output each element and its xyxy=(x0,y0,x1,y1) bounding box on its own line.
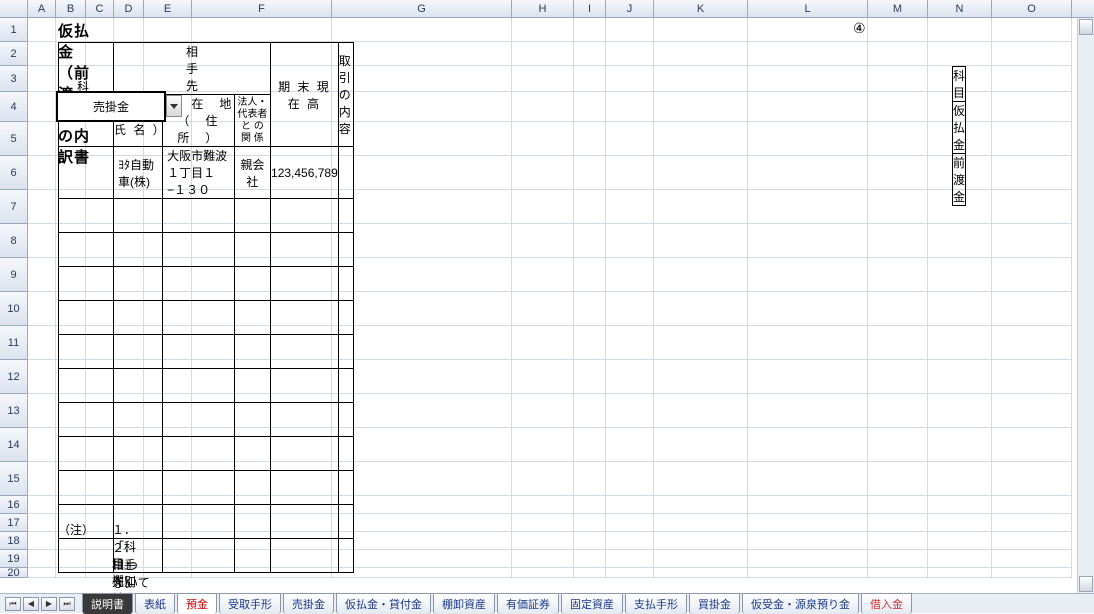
row-9[interactable]: 9 xyxy=(0,258,28,292)
col-N[interactable]: N xyxy=(928,0,992,17)
table-row[interactable] xyxy=(59,335,354,369)
row-6[interactable]: 6 xyxy=(0,156,28,190)
col-M[interactable]: M xyxy=(868,0,928,17)
th-aite: 相 手 先 xyxy=(114,43,271,95)
row-7[interactable]: 7 xyxy=(0,190,28,224)
col-B[interactable]: B xyxy=(56,0,86,17)
cell-addr[interactable]: 大阪市難波１丁目１−１３０ xyxy=(163,147,235,199)
tab-nav-next[interactable]: ▶ xyxy=(41,597,57,611)
row-20[interactable]: 20 xyxy=(0,568,28,578)
row-2[interactable]: 2 xyxy=(0,42,28,66)
col-L[interactable]: L xyxy=(748,0,868,17)
row-13[interactable]: 13 xyxy=(0,394,28,428)
row-16[interactable]: 16 xyxy=(0,496,28,514)
cell-name[interactable]: ﾖﾀ自動車(株) xyxy=(114,147,163,199)
row-14[interactable]: 14 xyxy=(0,428,28,462)
col-F[interactable]: F xyxy=(192,0,332,17)
row-11[interactable]: 11 xyxy=(0,326,28,360)
table-row[interactable] xyxy=(59,199,354,233)
cell-desc[interactable] xyxy=(338,147,353,199)
tab-urikake[interactable]: 売掛金 xyxy=(283,593,334,614)
table-row[interactable] xyxy=(59,267,354,301)
tab-kaikake[interactable]: 買掛金 xyxy=(689,593,740,614)
note-label: （注） xyxy=(58,522,94,539)
column-headers[interactable]: A B C D E F G H I J K L M N O xyxy=(0,0,1094,18)
col-G[interactable]: G xyxy=(332,0,512,17)
table-row[interactable]: ﾖﾀ自動車(株) 大阪市難波１丁目１−１３０ 親会社 123,456,789 xyxy=(59,147,354,199)
table-row[interactable] xyxy=(59,403,354,437)
vertical-scrollbar[interactable] xyxy=(1077,18,1094,593)
side-r1[interactable]: 仮払金 xyxy=(953,102,966,154)
table-row[interactable] xyxy=(59,301,354,335)
tab-nav-last[interactable]: ⏭ xyxy=(59,597,75,611)
cell-bal[interactable]: 123,456,789 xyxy=(271,147,339,199)
page-marker: ④ xyxy=(853,20,866,37)
select-all[interactable] xyxy=(0,0,28,17)
row-19[interactable]: 19 xyxy=(0,550,28,568)
col-H[interactable]: H xyxy=(512,0,574,17)
side-table[interactable]: 科目 仮払金 前渡金 xyxy=(952,66,966,206)
cell-rel[interactable]: 親会社 xyxy=(234,147,270,199)
row-3[interactable]: 3 xyxy=(0,66,28,92)
active-cell[interactable]: 売掛金 xyxy=(56,91,166,122)
side-r2[interactable]: 前渡金 xyxy=(953,154,966,206)
table-row[interactable] xyxy=(59,369,354,403)
row-12[interactable]: 12 xyxy=(0,360,28,394)
sheet-tabs: ⏮ ◀ ▶ ⏭ 説明書 表紙 預金 受取手形 売掛金 仮払金・貸付金 棚卸資産 … xyxy=(0,593,1094,613)
tab-nav-first[interactable]: ⏮ xyxy=(5,597,21,611)
row-8[interactable]: 8 xyxy=(0,224,28,258)
row-10[interactable]: 10 xyxy=(0,292,28,326)
side-h: 科目 xyxy=(953,67,966,102)
col-D[interactable]: D xyxy=(114,0,144,17)
row-1[interactable]: 1 xyxy=(0,18,28,42)
table-row[interactable] xyxy=(59,437,354,471)
tab-nav-prev[interactable]: ◀ xyxy=(23,597,39,611)
tab-yokin[interactable]: 預金 xyxy=(177,593,217,614)
row-5[interactable]: 5 xyxy=(0,122,28,156)
row-4[interactable]: 4 xyxy=(0,92,28,122)
table-row[interactable] xyxy=(59,505,354,539)
row-17[interactable]: 17 xyxy=(0,514,28,532)
table-row[interactable] xyxy=(59,539,354,573)
col-K[interactable]: K xyxy=(654,0,748,17)
th-desc: 取 引 の 内 容 xyxy=(338,43,353,147)
dropdown-button[interactable] xyxy=(166,95,182,117)
col-O[interactable]: O xyxy=(992,0,1072,17)
col-A[interactable]: A xyxy=(28,0,56,17)
note-3: ３．「取引の内容」欄には、例えば「機械設備の購入手付金」、「仮払税金」等と記入し… xyxy=(112,576,142,593)
tab-kariire[interactable]: 借入金 xyxy=(861,593,912,614)
row-15[interactable]: 15 xyxy=(0,462,28,496)
tab-yuka[interactable]: 有価証券 xyxy=(497,593,559,614)
tab-kariuke[interactable]: 仮受金・源泉預り金 xyxy=(742,593,859,614)
col-E[interactable]: E xyxy=(144,0,192,17)
row-18[interactable]: 18 xyxy=(0,532,28,550)
col-I[interactable]: I xyxy=(574,0,606,17)
tab-setsumei[interactable]: 説明書 xyxy=(82,593,133,614)
table-row[interactable] xyxy=(59,471,354,505)
tab-hyoshi[interactable]: 表紙 xyxy=(135,593,175,614)
tab-tanaoroshi[interactable]: 棚卸資産 xyxy=(433,593,495,614)
col-J[interactable]: J xyxy=(606,0,654,17)
th-rel: 法人・代表者と の 関 係 xyxy=(234,95,270,147)
table-row[interactable] xyxy=(59,233,354,267)
tab-shiharai[interactable]: 支払手形 xyxy=(625,593,687,614)
tab-kotei[interactable]: 固定資産 xyxy=(561,593,623,614)
col-C[interactable]: C xyxy=(86,0,114,17)
tab-uketori[interactable]: 受取手形 xyxy=(219,593,281,614)
tab-karibarai[interactable]: 仮払金・貸付金 xyxy=(336,593,431,614)
